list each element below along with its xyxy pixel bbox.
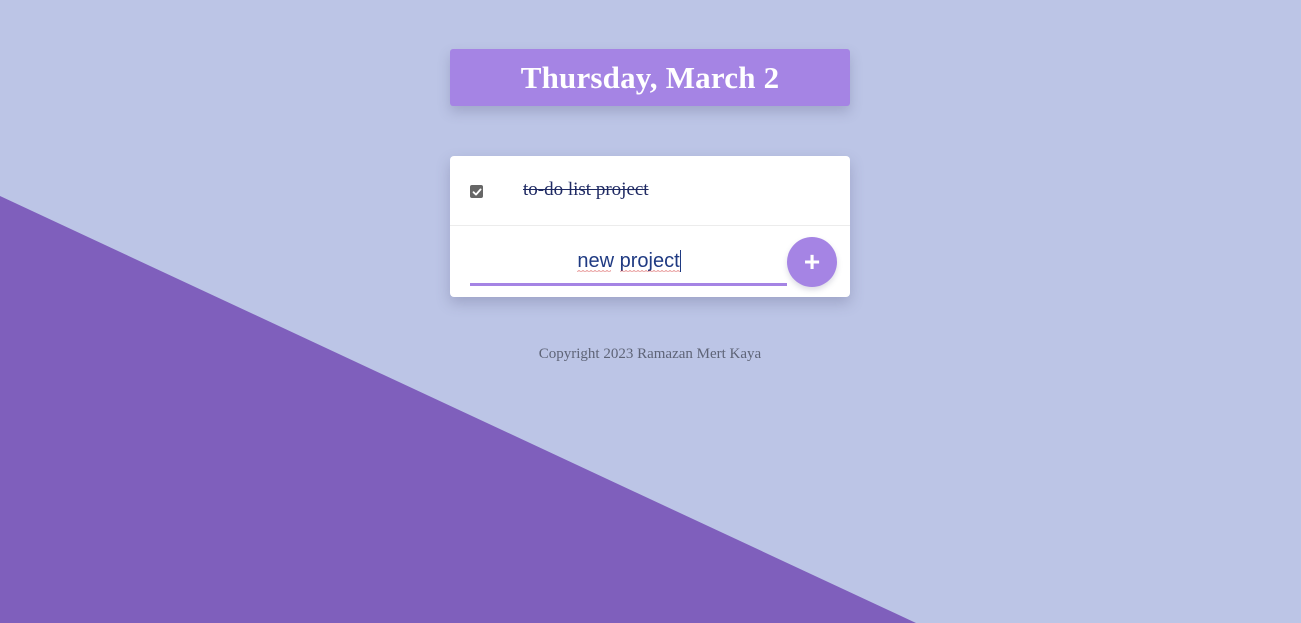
todo-item-text: to-do list project	[523, 179, 649, 200]
todo-card: to-do list project +	[450, 156, 850, 297]
new-item-input[interactable]	[470, 239, 787, 286]
add-item-button[interactable]: +	[787, 237, 837, 287]
checkmark-icon	[472, 188, 482, 195]
item-checkbox[interactable]	[470, 185, 483, 198]
date-title: Thursday, March 2	[520, 59, 780, 95]
date-header: Thursday, March 2	[450, 49, 850, 106]
todo-item[interactable]: to-do list project	[450, 156, 850, 226]
new-item-form: +	[450, 227, 850, 297]
copyright-footer: Copyright 2023 Ramazan Mert Kaya	[538, 346, 762, 362]
text-caret	[680, 250, 681, 272]
